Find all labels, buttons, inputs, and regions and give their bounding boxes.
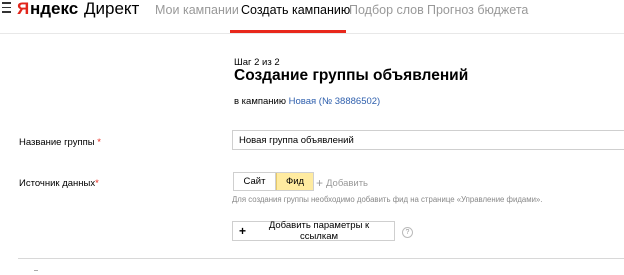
add-source-label: Добавить <box>326 178 369 189</box>
nav-word-selection[interactable]: Подбор слов <box>349 3 424 17</box>
menu-icon[interactable] <box>2 2 11 16</box>
top-header: Я ндекс Директ Мои кампании Создать камп… <box>0 0 624 34</box>
required-mark: * <box>95 178 99 189</box>
nav-my-campaigns[interactable]: Мои кампании <box>155 3 239 17</box>
source-label: Источник данных* <box>19 178 99 189</box>
campaign-prefix: в кампанию <box>234 96 286 107</box>
group-name-label-text: Название группы <box>19 137 95 148</box>
source-toggle: Сайт Фид <box>233 172 314 191</box>
bullet-mark <box>34 270 38 271</box>
yandex-logo-text[interactable]: ндекс <box>30 0 78 19</box>
group-name-label: Название группы * <box>19 137 101 148</box>
plus-icon: + <box>239 224 247 238</box>
campaign-link[interactable]: Новая (№ 38886502) <box>289 96 381 107</box>
add-source-link[interactable]: + Добавить <box>316 175 369 190</box>
required-mark: * <box>97 137 101 148</box>
campaign-info: в кампанию Новая (№ 38886502) <box>234 96 380 107</box>
page-title: Создание группы объявлений <box>234 67 469 84</box>
section-divider <box>18 258 624 259</box>
feed-hint-text: Для создания группы необходимо добавить … <box>232 195 543 204</box>
group-name-input[interactable] <box>232 130 624 150</box>
source-label-text: Источник данных <box>19 178 96 189</box>
nav-budget-forecast[interactable]: Прогноз бюджета <box>427 3 528 17</box>
plus-icon: + <box>316 176 324 190</box>
nav-create-campaign[interactable]: Создать кампанию <box>241 3 350 17</box>
source-option-site[interactable]: Сайт <box>234 173 276 190</box>
source-option-feed[interactable]: Фид <box>276 173 313 190</box>
direct-logo-text[interactable]: Директ <box>84 0 139 19</box>
help-icon[interactable]: ? <box>402 227 413 238</box>
add-link-params-button[interactable]: + Добавить параметры к ссылкам <box>232 220 395 242</box>
active-tab-indicator <box>230 30 346 33</box>
add-link-params-label: Добавить параметры к ссылкам <box>268 220 370 242</box>
yandex-logo-ya[interactable]: Я <box>17 0 29 19</box>
